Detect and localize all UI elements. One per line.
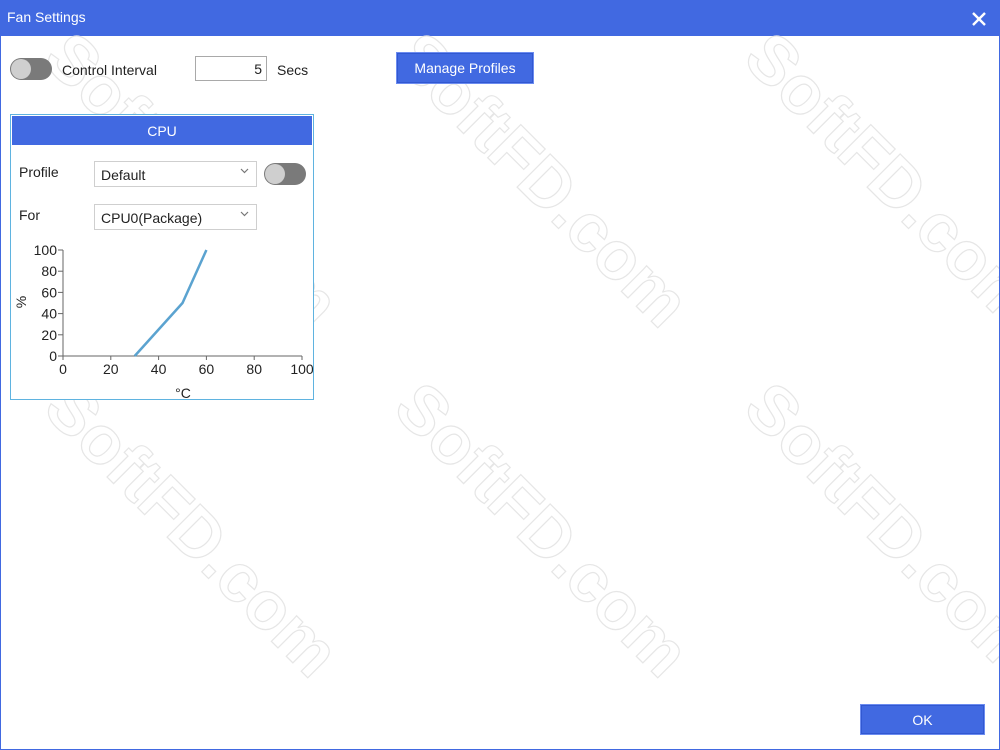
x-tick-label: 40 <box>151 361 167 377</box>
cpu-fan-panel: CPU Profile Default For CPU0(Package) 02… <box>10 114 314 400</box>
y-tick-label: 40 <box>41 306 57 322</box>
toggle-knob <box>11 59 31 79</box>
fan-settings-window: Fan Settings SoftFD.com SoftFD.com SoftF… <box>0 0 1000 750</box>
watermark-text: SoftFD.com <box>730 368 1000 692</box>
fan-curve-line <box>133 249 208 357</box>
y-tick-label: 60 <box>41 284 57 300</box>
y-tick-label: 80 <box>41 263 57 279</box>
interval-unit-label: Secs <box>277 62 309 78</box>
fan-curve-chart: 0 20 40 60 80 100 0 20 40 60 80 100 °C% <box>13 242 313 399</box>
x-tick-label: 100 <box>290 361 313 377</box>
window-title: Fan Settings <box>7 9 86 25</box>
x-tick-label: 20 <box>103 361 119 377</box>
ok-button[interactable]: OK <box>860 704 985 735</box>
control-interval-toggle[interactable] <box>10 58 52 80</box>
x-tick-label: 0 <box>59 361 67 377</box>
control-interval-input[interactable] <box>195 56 267 81</box>
close-icon <box>972 11 986 26</box>
title-bar: Fan Settings <box>1 1 999 36</box>
x-axis-title: °C <box>175 385 191 399</box>
watermark-text: SoftFD.com <box>730 18 1000 342</box>
close-button[interactable] <box>959 1 999 36</box>
y-tick-label: 0 <box>49 348 57 364</box>
y-axis-title: % <box>13 296 29 308</box>
y-tick-label: 20 <box>41 327 57 343</box>
control-interval-label: Control Interval <box>62 62 157 78</box>
x-tick-label: 80 <box>246 361 262 377</box>
watermark-text: SoftFD.com <box>30 368 354 692</box>
x-tick-label: 60 <box>199 361 215 377</box>
manage-profiles-button[interactable]: Manage Profiles <box>396 52 534 84</box>
y-tick-label: 100 <box>34 242 58 258</box>
watermark-text: SoftFD.com <box>380 368 704 692</box>
